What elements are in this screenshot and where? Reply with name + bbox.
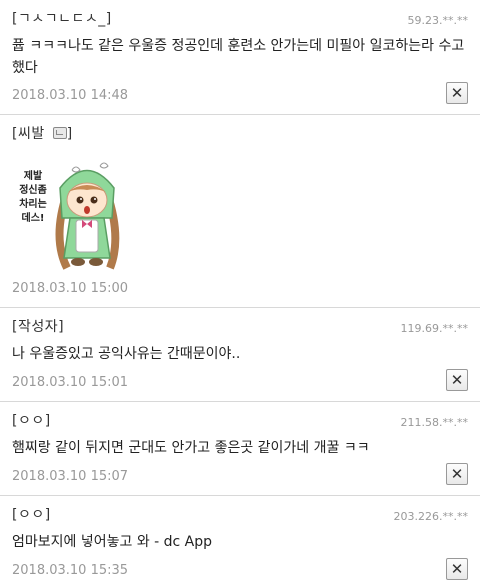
- comment-date: 2018.03.10 15:00: [12, 281, 129, 296]
- close-icon: ✕: [450, 559, 464, 578]
- comment-author[interactable]: [작성자]: [12, 316, 64, 336]
- sticker-text-line: 데스!: [21, 213, 45, 224]
- comment-date: 2018.03.10 15:35: [12, 563, 129, 578]
- close-icon: ✕: [450, 370, 464, 389]
- comment-ip: 119.69.**.**: [400, 322, 468, 335]
- sticker-text-line: 차리는: [19, 199, 47, 210]
- comment-item: [씨발 ] 제발 정신좀 차리는 데스! 2018.03.10 15:00: [0, 115, 480, 308]
- comment-ip: 59.23.**.**: [407, 14, 468, 27]
- comment-body: 나 우울증있고 공익사유는 간때문이야..: [12, 346, 241, 362]
- comment-item: [ㅇㅇ] 211.58.**.** 햄찌랑 같이 뒤지면 군대도 안가고 좋은곳…: [0, 402, 480, 496]
- comment-body: 퓹 ㅋㅋㅋ나도 같은 우울증 정공인데 훈련소 안가는데 미필아 일코하는라 수…: [12, 38, 465, 76]
- dccon-icon: [52, 127, 67, 139]
- comment-date: 2018.03.10 14:48: [12, 88, 129, 103]
- sticker-text: 제발 정신좀 차리는 데스!: [12, 170, 54, 226]
- sticker-text-line: 정신좀: [19, 185, 47, 196]
- sticker-text-line: 제발: [23, 171, 43, 182]
- comment-body: 엄마보지에 넣어놓고 와 - dc App: [12, 534, 213, 550]
- comment-item: [작성자] 119.69.**.** 나 우울증있고 공익사유는 간때문이야..…: [0, 308, 480, 402]
- comment-ip: 211.58.**.**: [400, 416, 468, 429]
- comment-author[interactable]: [ㅇㅇ]: [12, 410, 51, 430]
- comment-author[interactable]: [ㄱㅅㄱㄴㄷㅅ_]: [12, 8, 112, 28]
- comment-item: [ㄱㅅㄱㄴㄷㅅ_] 59.23.**.** 퓹 ㅋㅋㅋ나도 같은 우울증 정공인…: [0, 0, 480, 115]
- comment-date: 2018.03.10 15:07: [12, 469, 129, 484]
- close-icon: ✕: [450, 83, 464, 102]
- delete-button[interactable]: ✕: [446, 463, 468, 485]
- delete-button[interactable]: ✕: [446, 369, 468, 391]
- comment-author-name: [씨발: [12, 126, 50, 142]
- delete-button[interactable]: ✕: [446, 82, 468, 104]
- delete-button[interactable]: ✕: [446, 558, 468, 580]
- comment-author[interactable]: [씨발 ]: [12, 123, 73, 143]
- comment-body: 햄찌랑 같이 뒤지면 군대도 안가고 좋은곳 같이가네 개꿀 ㅋㅋ: [12, 440, 370, 456]
- comment-date: 2018.03.10 15:01: [12, 375, 129, 390]
- sticker-image: 제발 정신좀 차리는 데스!: [12, 148, 132, 273]
- comment-item: [ㅇㅇ] 203.226.**.** 엄마보지에 넣어놓고 와 - dc App…: [0, 496, 480, 584]
- close-icon: ✕: [450, 464, 464, 483]
- comment-author-suffix: ]: [66, 126, 73, 142]
- comment-author[interactable]: [ㅇㅇ]: [12, 504, 51, 524]
- comment-ip: 203.226.**.**: [393, 510, 468, 523]
